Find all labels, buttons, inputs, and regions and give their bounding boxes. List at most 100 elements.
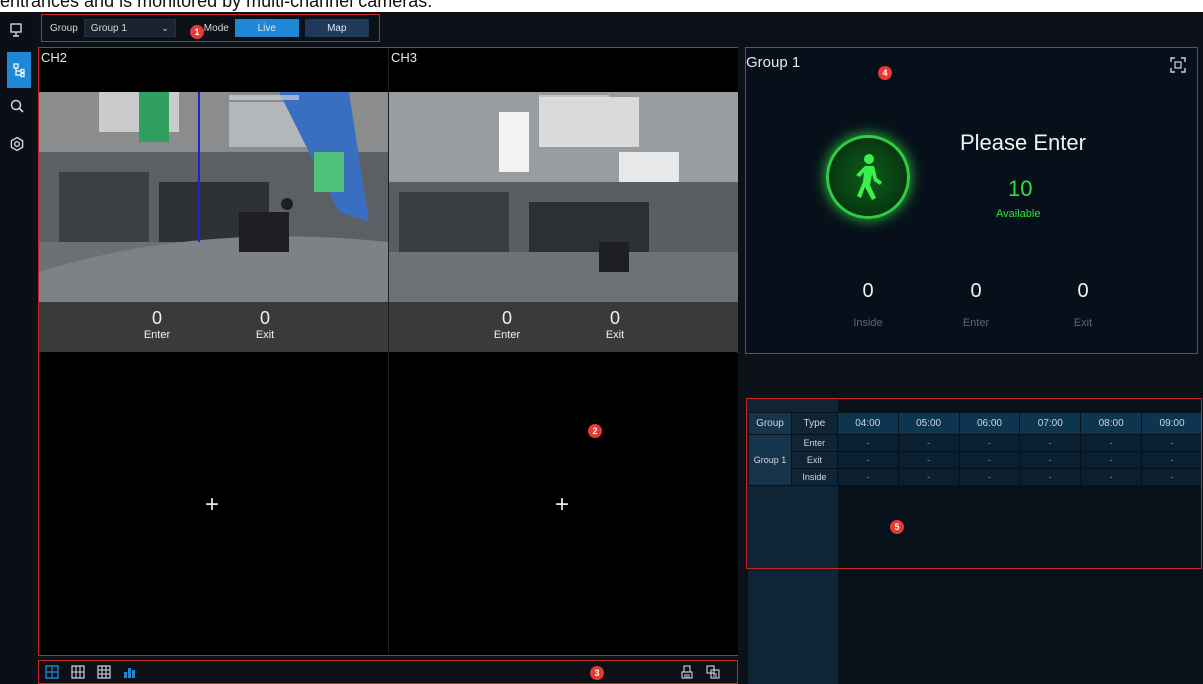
caption-text: entrances and is monitored by multi-chan… — [0, 0, 1203, 11]
clear-icon[interactable] — [676, 662, 698, 682]
settings-icon[interactable] — [5, 132, 29, 156]
exit-stat: 0 Exit — [1053, 280, 1113, 329]
annotation-badge-2: 2 — [588, 424, 602, 438]
status-message: Please Enter — [960, 130, 1086, 155]
enter-count: 0 Enter — [477, 308, 537, 342]
people-count-icon[interactable] — [7, 52, 31, 88]
value-cell: - — [836, 451, 899, 469]
search-icon[interactable] — [5, 94, 29, 118]
inside-count: 0 — [862, 280, 874, 302]
available-label: Available — [996, 208, 1041, 220]
enter-total-label: Enter — [962, 317, 990, 329]
bar-chart-icon[interactable] — [119, 662, 141, 682]
enter-total-count: 0 — [970, 280, 982, 302]
hourly-stats-panel: Group Type 04:00 05:00 06:00 07:00 08:00… — [745, 398, 1203, 684]
inside-stat: 0 Inside — [838, 280, 898, 329]
group-cell: Group 1 — [748, 434, 792, 486]
exit-count-value: 0 — [259, 308, 270, 328]
table-row: Inside - - - - - - — [749, 468, 1203, 486]
enter-count: 0 Enter — [127, 308, 187, 342]
enter-count-value: 0 — [501, 308, 512, 328]
enter-count-label: Enter — [143, 329, 171, 341]
type-cell: Inside — [790, 468, 838, 486]
add-channel-icon[interactable]: + — [555, 493, 569, 517]
value-cell: - — [897, 434, 960, 452]
value-cell: - — [836, 434, 899, 452]
group-mode-toolbar: Group Group 1 ⌄ Mode Live Map — [41, 14, 380, 42]
camera-feed-image — [39, 92, 388, 302]
column-header-group: Group — [748, 412, 792, 435]
video-pane-ch3[interactable]: CH3 0 Enter 0 Exit — [389, 48, 738, 352]
value-cell: - — [1141, 468, 1203, 486]
table-row: Group 1 Enter - - - - - - — [748, 434, 1203, 486]
empty-pane[interactable]: + — [389, 353, 738, 655]
enter-stat: 0 Enter — [946, 280, 1006, 329]
column-header-hour: 05:00 — [897, 412, 960, 435]
channel-counts: 0 Enter 0 Exit — [389, 302, 738, 352]
annotation-badge-3: 3 — [590, 666, 604, 680]
layout-bar — [38, 660, 738, 684]
grid-3x3-icon[interactable] — [93, 662, 115, 682]
column-header-hour: 07:00 — [1019, 412, 1082, 435]
app-window: Group Group 1 ⌄ Mode Live Map 1 CH2 0 En… — [0, 12, 1203, 684]
video-pane-ch2[interactable]: CH2 0 Enter 0 Exit — [39, 48, 388, 352]
column-header-hour: 04:00 — [836, 412, 899, 435]
status-panel-title: Group 1 — [746, 54, 801, 71]
type-cell: Exit — [790, 451, 838, 469]
export-icon[interactable] — [702, 662, 724, 682]
enter-count-label: Enter — [493, 329, 521, 341]
exit-count-label: Exit — [605, 329, 625, 341]
empty-pane[interactable]: + — [39, 353, 388, 655]
left-rail — [0, 12, 32, 684]
annotation-badge-1: 1 — [190, 25, 204, 39]
grid-2x2-icon[interactable] — [67, 662, 89, 682]
people-count-status-panel: Group 1 Please Enter 10 Available 0 Insi… — [745, 47, 1198, 354]
value-cell: - — [1080, 434, 1143, 452]
value-cell: - — [1080, 451, 1143, 469]
camera-feed-image — [389, 92, 738, 302]
value-cell: - — [958, 434, 1021, 452]
inside-label: Inside — [853, 317, 883, 329]
column-header-type: Type — [790, 412, 838, 435]
fullscreen-icon[interactable] — [1169, 56, 1187, 74]
video-grid: CH2 0 Enter 0 Exit CH3 0 Enter 0 Exit + … — [38, 47, 738, 656]
map-mode-button[interactable]: Map — [304, 19, 369, 37]
exit-total-label: Exit — [1073, 317, 1093, 329]
exit-count: 0 Exit — [585, 308, 645, 342]
type-cell: Enter — [790, 434, 838, 452]
value-cell: - — [1019, 434, 1082, 452]
available-count: 10 — [1008, 176, 1033, 201]
live-view-icon[interactable] — [5, 18, 29, 42]
channel-title: CH3 — [391, 50, 418, 65]
group-label: Group — [50, 22, 78, 34]
value-cell: - — [1141, 451, 1203, 469]
table-header-row: Group Type 04:00 05:00 06:00 07:00 08:00… — [748, 412, 1203, 435]
table-row: Exit - - - - - - — [749, 451, 1203, 469]
mode-label: Mode — [203, 22, 229, 34]
value-cell: - — [1019, 468, 1082, 486]
value-cell: - — [958, 451, 1021, 469]
hourly-stats-table: Group Type 04:00 05:00 06:00 07:00 08:00… — [748, 412, 1203, 486]
group-select-value: Group 1 — [90, 22, 127, 34]
annotation-badge-4: 4 — [878, 66, 892, 80]
value-cell: - — [1080, 468, 1143, 486]
walking-person-icon — [826, 135, 910, 219]
enter-count-value: 0 — [151, 308, 162, 328]
live-mode-button[interactable]: Live — [234, 19, 299, 37]
exit-count-label: Exit — [255, 329, 275, 341]
value-cell: - — [897, 451, 960, 469]
value-cell: - — [1141, 434, 1203, 452]
grid-1x1-icon[interactable] — [41, 662, 63, 682]
chevron-down-icon: ⌄ — [161, 22, 169, 33]
channel-counts: 0 Enter 0 Exit — [39, 302, 388, 352]
exit-count: 0 Exit — [235, 308, 295, 342]
value-cell: - — [897, 468, 960, 486]
value-cell: - — [1019, 451, 1082, 469]
group-select[interactable]: Group 1 ⌄ — [83, 19, 176, 37]
annotation-badge-5: 5 — [890, 520, 904, 534]
exit-count-value: 0 — [609, 308, 620, 328]
value-cell: - — [958, 468, 1021, 486]
exit-total-count: 0 — [1077, 280, 1089, 302]
channel-title: CH2 — [41, 50, 68, 65]
add-channel-icon[interactable]: + — [205, 493, 219, 517]
